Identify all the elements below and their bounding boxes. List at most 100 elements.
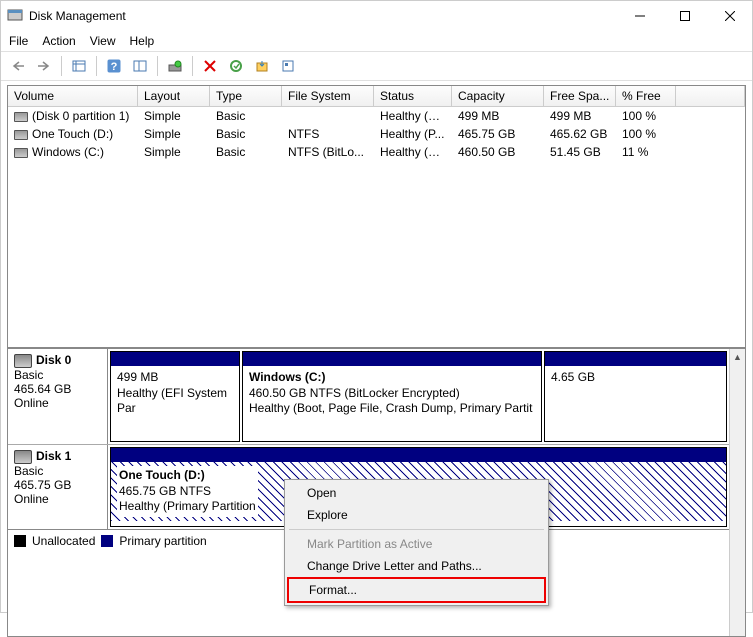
volume-row[interactable]: One Touch (D:) SimpleBasicNTFSHealthy (P.… [8,125,745,143]
partition-title: One Touch (D:) [119,468,205,482]
tb-icon-7[interactable] [251,55,273,77]
app-icon [7,7,23,26]
volume-icon [14,112,28,122]
disk-status: Online [14,492,101,506]
volume-pct: 11 % [616,144,676,160]
partition-desc: Healthy (Primary Partition [119,499,256,513]
menubar: File Action View Help [1,31,752,51]
partition-header [243,352,541,366]
partition-body: 4.65 GB [545,366,726,390]
disk-name: Disk 1 [36,449,71,463]
context-menu-item[interactable]: Open [287,482,546,504]
col-volume[interactable]: Volume [8,86,138,106]
disk-label[interactable]: Disk 1Basic465.75 GBOnline [8,445,108,529]
volume-name: One Touch (D:) [32,127,113,141]
volume-fs: NTFS [282,126,374,142]
volume-fs [282,108,374,124]
volume-name: Windows (C:) [32,145,104,159]
legend-unallocated-label: Unallocated [32,534,95,548]
partition-size: 465.75 GB NTFS [119,484,211,498]
disk-status: Online [14,396,101,410]
volume-capacity: 465.75 GB [452,126,544,142]
partition[interactable]: Windows (C:)460.50 GB NTFS (BitLocker En… [242,351,542,442]
partition[interactable]: 4.65 GB [544,351,727,442]
partition-body: 499 MBHealthy (EFI System Par [111,366,239,421]
col-layout[interactable]: Layout [138,86,210,106]
col-type[interactable]: Type [210,86,282,106]
volume-free: 51.45 GB [544,144,616,160]
tb-icon-4[interactable] [164,55,186,77]
col-capacity[interactable]: Capacity [452,86,544,106]
partition-header [111,448,726,462]
col-status[interactable]: Status [374,86,452,106]
volume-name: (Disk 0 partition 1) [32,109,129,123]
legend-primary-swatch [101,535,113,547]
forward-button[interactable] [33,55,55,77]
disk-type: Basic [14,368,101,382]
tb-icon-1[interactable] [68,55,90,77]
volume-status: Healthy (P... [374,126,452,142]
graphic-scrollbar[interactable]: ▲ [729,349,745,636]
volume-layout: Simple [138,126,210,142]
context-menu-separator [289,529,544,530]
tb-icon-8[interactable] [277,55,299,77]
volume-free: 499 MB [544,108,616,124]
col-filesystem[interactable]: File System [282,86,374,106]
volume-capacity: 499 MB [452,108,544,124]
partition-title: Windows (C:) [249,370,535,386]
menu-action[interactable]: Action [42,34,75,48]
partition-size: 499 MB [117,370,233,386]
maximize-button[interactable] [662,1,707,31]
titlebar: Disk Management [1,1,752,31]
close-button[interactable] [707,1,752,31]
volume-row[interactable]: Windows (C:)SimpleBasicNTFS (BitLo...Hea… [8,143,745,161]
tb-icon-3[interactable] [129,55,151,77]
menu-file[interactable]: File [9,34,28,48]
volume-type: Basic [210,108,282,124]
context-menu-item[interactable]: Change Drive Letter and Paths... [287,555,546,577]
volume-status: Healthy (B... [374,144,452,160]
partition[interactable]: 499 MBHealthy (EFI System Par [110,351,240,442]
volume-layout: Simple [138,144,210,160]
partitions-container: 499 MBHealthy (EFI System ParWindows (C:… [108,349,745,444]
volume-free: 465.62 GB [544,126,616,142]
volume-icon [14,148,28,158]
partition-header [545,352,726,366]
back-button[interactable] [7,55,29,77]
legend-unallocated-swatch [14,535,26,547]
menu-help[interactable]: Help [130,34,155,48]
volume-row[interactable]: (Disk 0 partition 1)SimpleBasicHealthy (… [8,107,745,125]
disk-name: Disk 0 [36,353,71,367]
disk-row: Disk 0Basic465.64 GBOnline499 MBHealthy … [8,349,745,445]
toolbar: ? [1,51,752,81]
partition-header [111,352,239,366]
disk-label[interactable]: Disk 0Basic465.64 GBOnline [8,349,108,444]
context-menu: OpenExplore Mark Partition as ActiveChang… [284,479,549,606]
menu-view[interactable]: View [90,34,116,48]
col-spacer [676,86,745,106]
volume-capacity: 460.50 GB [452,144,544,160]
context-menu-item: Mark Partition as Active [287,533,546,555]
context-menu-item[interactable]: Explore [287,504,546,526]
minimize-button[interactable] [617,1,662,31]
help-icon[interactable]: ? [103,55,125,77]
partition-size: 4.65 GB [551,370,720,386]
partition-desc: Healthy (Boot, Page File, Crash Dump, Pr… [249,401,535,417]
disk-type: Basic [14,464,101,478]
volume-icon [14,130,28,140]
disk-icon [14,450,32,464]
volume-type: Basic [210,126,282,142]
volume-list[interactable]: (Disk 0 partition 1)SimpleBasicHealthy (… [8,107,745,347]
volume-status: Healthy (E... [374,108,452,124]
scroll-up-icon[interactable]: ▲ [730,349,745,365]
disk-size: 465.64 GB [14,382,101,396]
partition-body: Windows (C:)460.50 GB NTFS (BitLocker En… [243,366,541,421]
svg-text:?: ? [111,61,118,73]
delete-icon[interactable] [199,55,221,77]
tb-icon-6[interactable] [225,55,247,77]
context-menu-item[interactable]: Format... [287,577,546,603]
col-freespace[interactable]: Free Spa... [544,86,616,106]
partition-desc: Healthy (EFI System Par [117,386,233,417]
col-pctfree[interactable]: % Free [616,86,676,106]
volume-list-header: Volume Layout Type File System Status Ca… [8,86,745,107]
